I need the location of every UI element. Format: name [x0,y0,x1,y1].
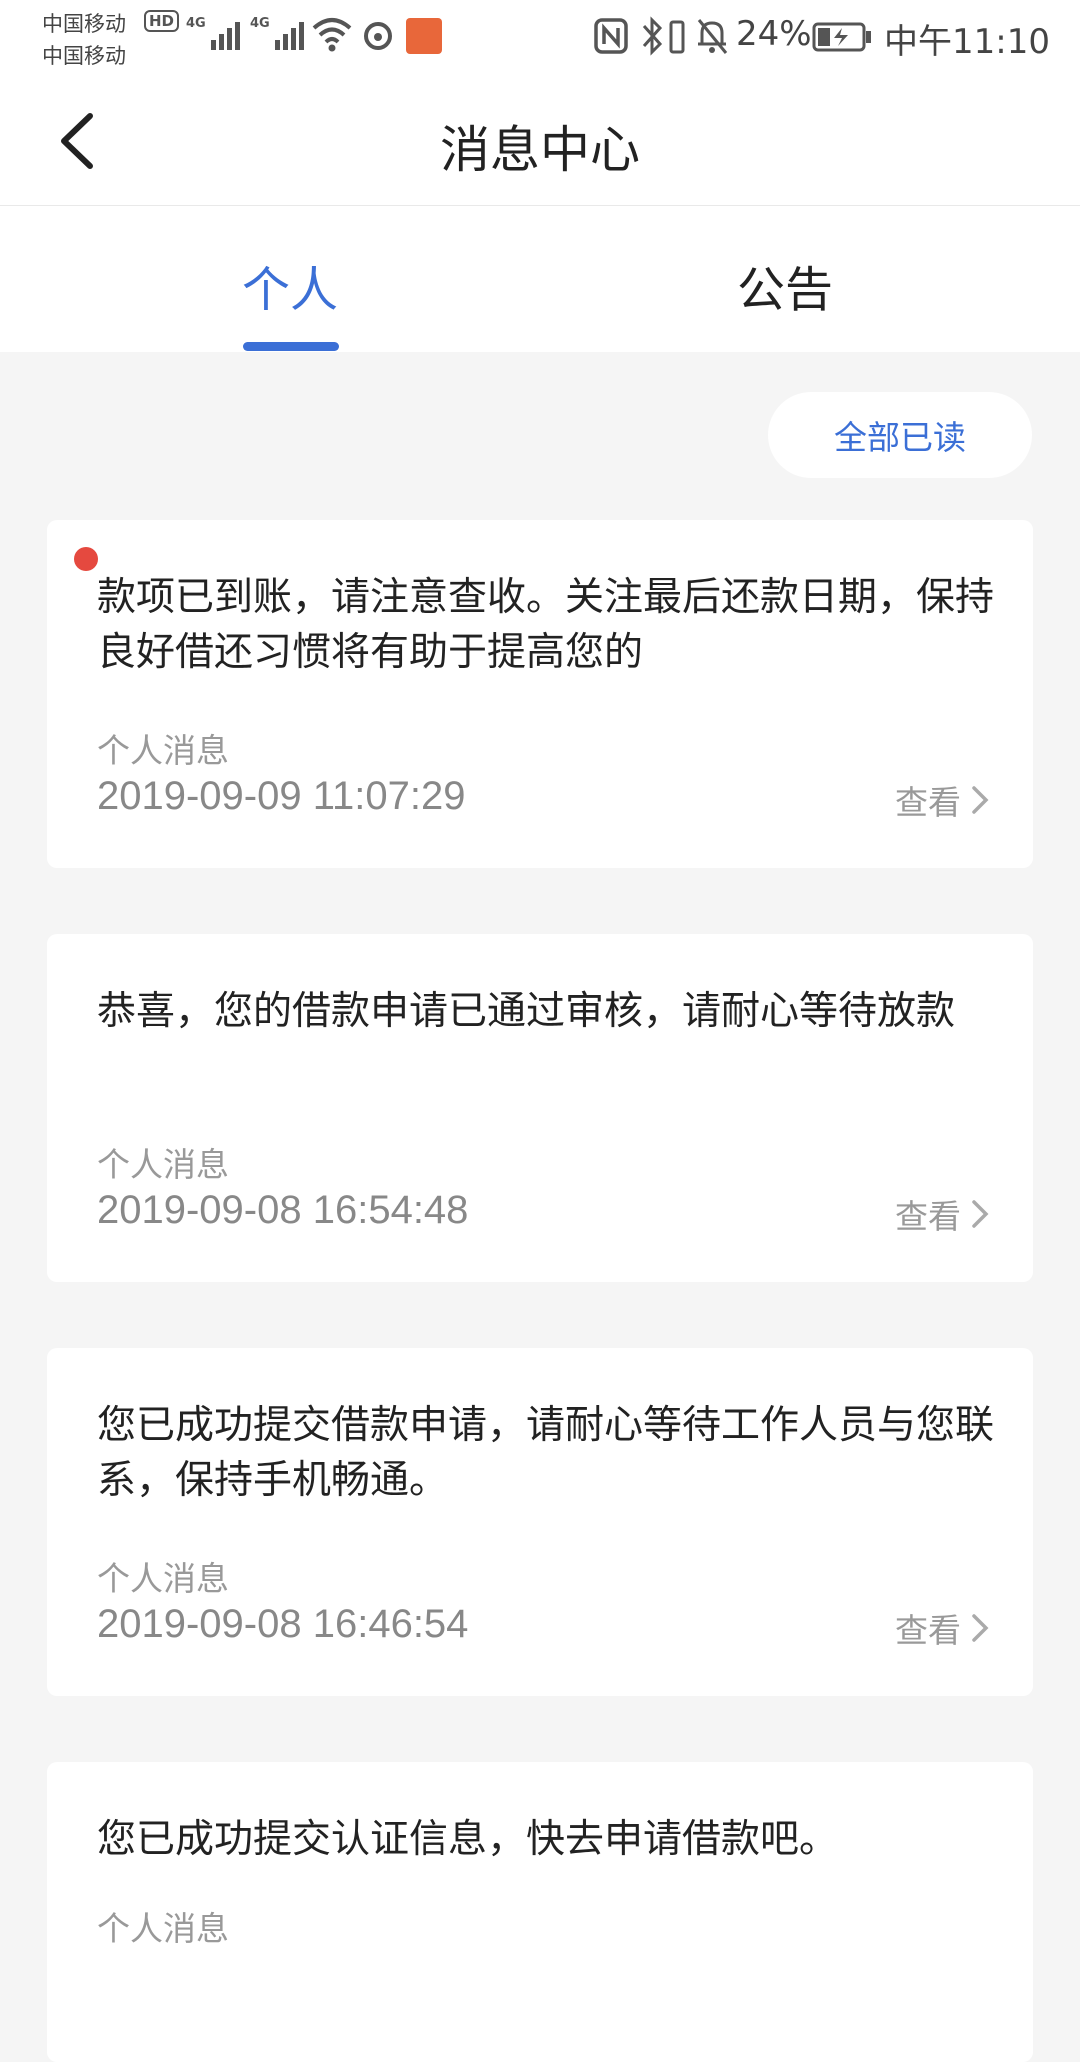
nfc-icon [594,18,628,54]
view-label: 查看 [895,1611,961,1650]
cellular-signal-icon-secondary: 4G [250,16,304,50]
view-details-link[interactable]: 查看 [895,776,989,824]
hd-badge: HD [144,10,180,32]
carrier-label: 中国移动 [42,12,126,36]
message-body: 您已成功提交认证信息，快去申请借款吧。 [97,1817,839,1862]
message-category: 个人消息 [97,1559,229,1598]
message-body: 款项已到账，请注意查收。关注最后还款日期，保持良好借还习惯将有助于提高您的 [97,575,995,675]
message-category: 个人消息 [97,1145,229,1184]
message-body: 恭喜，您的借款申请已通过审核，请耐心等待放款 [97,989,956,1034]
weibo-icon [364,22,392,50]
view-details-link[interactable]: 查看 [895,1604,989,1652]
unread-indicator [74,547,98,571]
message-category: 个人消息 [97,731,229,770]
header-bar: 消息中心 [0,76,1080,206]
view-details-link[interactable]: 查看 [895,1190,989,1238]
tab-personal[interactable]: 个人 [240,250,340,320]
cellular-signal-icon: 4G [186,16,240,50]
message-category: 个人消息 [97,1909,229,1948]
carrier-label-secondary: 中国移动 [42,44,126,68]
battery-percent: 24% [736,14,812,54]
tab-bar: 个人 公告 [0,206,1080,352]
network-type-label: 4G [186,16,206,31]
message-timestamp: 2019-09-09 11:07:29 [97,774,466,818]
clock: 中午11:10 [884,22,1050,62]
message-body: 您已成功提交借款申请，请耐心等待工作人员与您联系，保持手机畅通。 [97,1403,995,1503]
tab-announcements[interactable]: 公告 [730,250,840,320]
message-card[interactable]: 款项已到账，请注意查收。关注最后还款日期，保持良好借还习惯将有助于提高您的 个人… [47,520,1033,868]
message-card[interactable]: 您已成功提交认证信息，快去申请借款吧。 个人消息 [47,1762,1033,2062]
vibrate-icon [669,20,685,54]
message-card[interactable]: 您已成功提交借款申请，请耐心等待工作人员与您联系，保持手机畅通。 个人消息 20… [47,1348,1033,1696]
active-tab-indicator [243,342,339,351]
mark-all-read-button[interactable]: 全部已读 [768,392,1032,478]
view-label: 查看 [895,783,961,822]
bluetooth-icon [642,16,663,56]
battery-icon [812,22,871,52]
status-bar: 中国移动 中国移动 HD 4G 4G 24% 中午11:10 [0,0,1080,76]
message-timestamp: 2019-09-08 16:54:48 [97,1188,469,1232]
app-notification-icon [406,18,442,54]
network-type-label-secondary: 4G [250,16,270,31]
page-title: 消息中心 [440,121,640,179]
chevron-right-icon [972,786,989,814]
view-label: 查看 [895,1197,961,1236]
message-timestamp: 2019-09-08 16:46:54 [97,1602,469,1646]
wifi-icon [312,18,352,52]
chevron-right-icon [972,1614,989,1642]
mute-notification-icon [697,19,728,54]
chevron-right-icon [972,1200,989,1228]
message-card[interactable]: 恭喜，您的借款申请已通过审核，请耐心等待放款 个人消息 2019-09-08 1… [47,934,1033,1282]
